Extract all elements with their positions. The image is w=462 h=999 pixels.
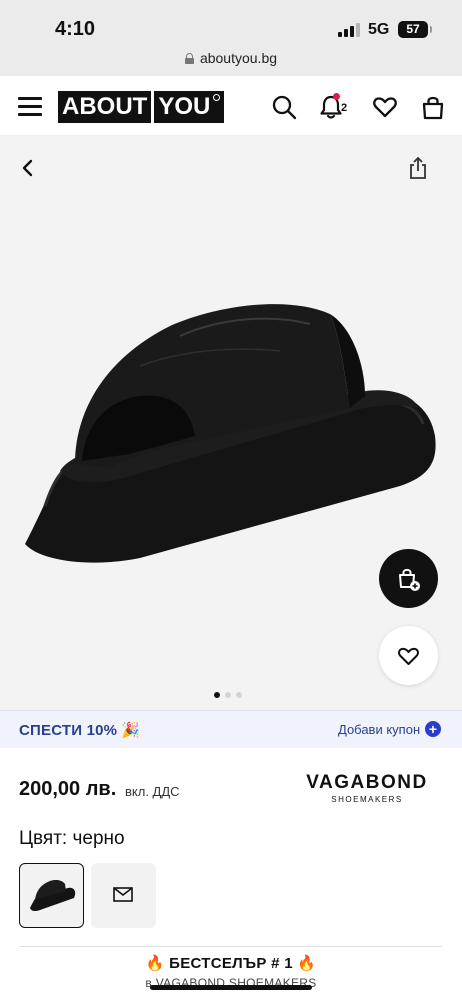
divider — [20, 946, 442, 947]
add-coupon-link[interactable]: Добави купон — [338, 722, 420, 737]
sandal-thumbnail — [30, 880, 76, 912]
color-label: Цвят: черно — [19, 828, 125, 849]
lock-icon — [184, 52, 194, 64]
signal-icon — [338, 23, 360, 37]
bag-add-icon — [399, 568, 420, 591]
about-you-logo[interactable]: ABOUT YOU — [58, 91, 225, 123]
logo-part-you: YOU — [154, 91, 225, 123]
home-indicator — [150, 985, 312, 990]
heart-icon — [398, 647, 419, 665]
pagination-dot[interactable] — [236, 692, 242, 698]
url-bar[interactable]: aboutyou.bg — [0, 48, 462, 76]
search-icon[interactable] — [271, 94, 297, 120]
pagination-dot[interactable] — [225, 692, 231, 698]
brand-subtitle: SHOEMAKERS — [331, 795, 403, 804]
notification-count: 2 — [341, 102, 348, 114]
add-to-wishlist-button[interactable] — [379, 626, 438, 685]
notifications-button[interactable]: 2 — [319, 93, 348, 120]
product-gallery[interactable] — [0, 136, 462, 710]
battery-icon: 57 — [398, 21, 432, 38]
status-time: 4:10 — [55, 18, 96, 40]
bag-icon[interactable] — [420, 94, 446, 120]
envelope-icon — [113, 887, 133, 902]
promo-text: СПЕСТИ 10% 🎉 — [19, 722, 141, 739]
vat-note: вкл. ДДС — [125, 784, 180, 799]
site-header: ABOUT YOU 2 — [0, 76, 462, 136]
plus-icon[interactable]: + — [425, 721, 441, 737]
logo-part-about: ABOUT — [58, 91, 152, 123]
url-text: aboutyou.bg — [199, 50, 278, 66]
pagination-dot[interactable] — [214, 692, 220, 698]
bestseller-badge: 🔥 БЕСТСЕЛЪР # 1 🔥 — [145, 955, 317, 972]
network-label: 5G — [368, 21, 390, 38]
color-swatch-black[interactable] — [19, 863, 84, 928]
status-bar: 4:10 5G 57 — [0, 0, 462, 48]
share-icon[interactable] — [406, 156, 430, 180]
chevron-left-icon[interactable] — [18, 158, 38, 178]
brand-logo[interactable]: VAGABOND SHOEMAKERS — [290, 772, 444, 804]
notification-dot — [333, 93, 340, 100]
party-icon: 🎉 — [121, 722, 141, 739]
promo-bar: СПЕСТИ 10% 🎉 Добави купон — [0, 710, 462, 748]
heart-icon[interactable] — [372, 94, 398, 120]
product-price: 200,00 лв. — [19, 778, 117, 800]
product-image-sandal — [25, 304, 436, 563]
gallery-pagination[interactable] — [214, 692, 242, 698]
brand-name: VAGABOND — [306, 772, 428, 793]
add-to-cart-button[interactable] — [379, 549, 438, 608]
menu-icon[interactable] — [18, 96, 42, 116]
color-swatch-white[interactable] — [91, 863, 156, 928]
